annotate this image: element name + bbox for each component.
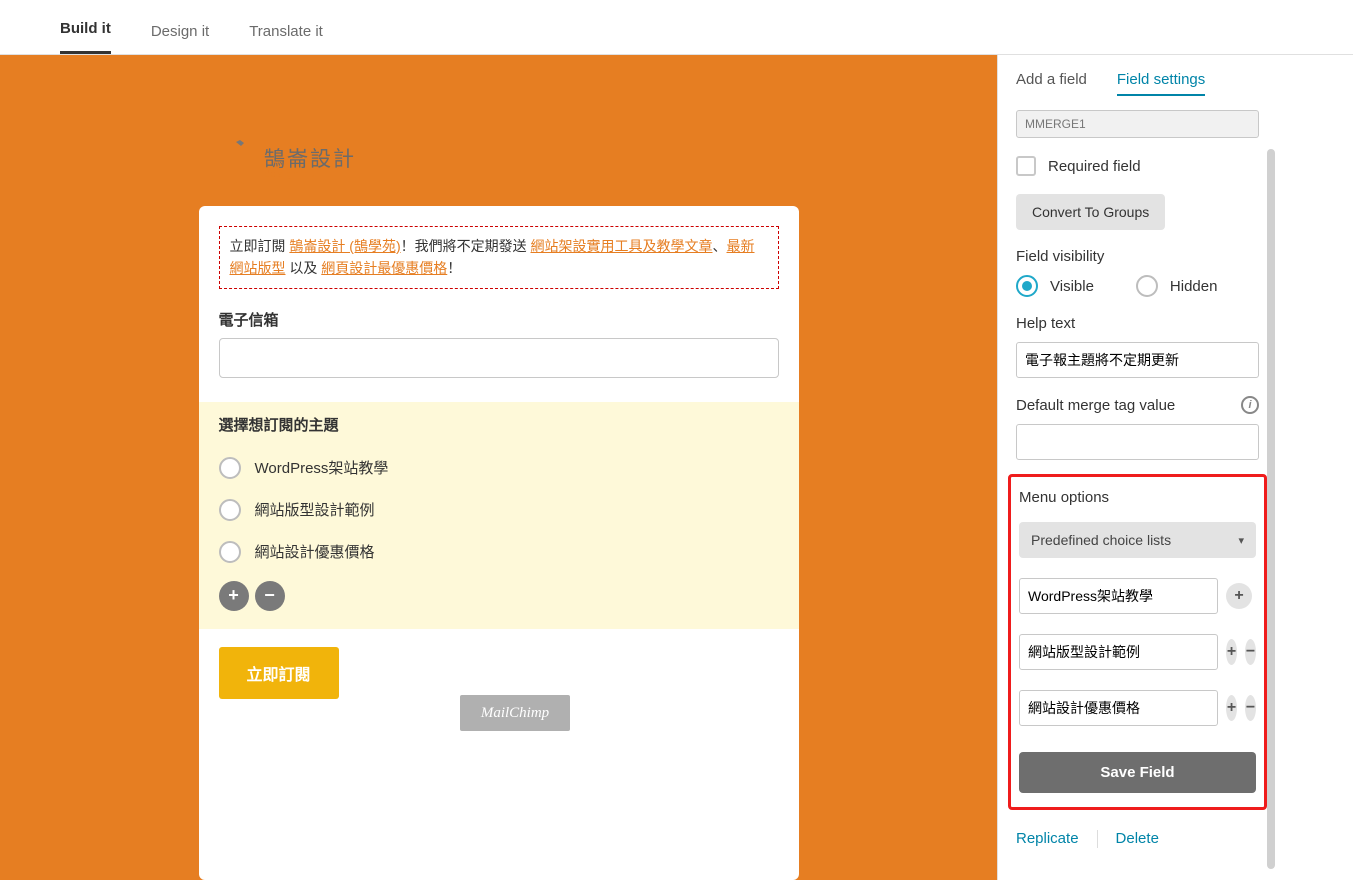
required-checkbox[interactable]	[1016, 156, 1036, 176]
email-input[interactable]	[219, 338, 779, 378]
dropdown-label: Predefined choice lists	[1031, 532, 1171, 548]
logo-text-en: design hu	[264, 170, 356, 180]
divider	[1097, 830, 1098, 848]
form-card: 立即訂閱 鵠崙設計 (鵠學苑)！我們將不定期發送 網站架設實用工具及教學文章、最…	[199, 206, 799, 880]
visibility-label: Field visibility	[1016, 248, 1259, 265]
topic-option-2[interactable]: 網站版型設計範例	[219, 489, 779, 531]
field-settings-sidebar: Add a field Field settings MMERGE1 Requi…	[997, 55, 1277, 880]
field-action-links: Replicate Delete	[1016, 810, 1259, 848]
menu-options-label: Menu options	[1019, 489, 1256, 506]
menu-options-panel: Menu options Predefined choice lists ▾ +…	[1008, 474, 1267, 810]
topic-option-1[interactable]: WordPress架站教學	[219, 447, 779, 489]
brand-logo: 鵠崙設計 design hu	[222, 140, 356, 188]
default-merge-label: Default merge tag value	[1016, 397, 1175, 414]
logo-text-zh: 鵠崙設計	[264, 149, 356, 170]
visibility-hidden-radio[interactable]	[1136, 275, 1158, 297]
radio-icon[interactable]	[219, 499, 241, 521]
email-label: 電子信箱	[219, 309, 779, 330]
tab-translate[interactable]: Translate it	[249, 9, 323, 54]
topic-option-label: WordPress架站教學	[255, 457, 389, 478]
visibility-hidden-label: Hidden	[1170, 278, 1218, 295]
menu-option-input[interactable]	[1019, 578, 1218, 614]
top-tabs: Build it Design it Translate it	[0, 0, 1353, 55]
tab-build[interactable]: Build it	[60, 6, 111, 54]
topic-option-3[interactable]: 網站設計優惠價格	[219, 531, 779, 573]
tab-design[interactable]: Design it	[151, 9, 209, 54]
option-add-button[interactable]: +	[1226, 639, 1237, 665]
intro-text-box[interactable]: 立即訂閱 鵠崙設計 (鵠學苑)！我們將不定期發送 網站架設實用工具及教學文章、最…	[219, 226, 779, 289]
option-remove-button[interactable]: −	[1245, 639, 1256, 665]
intro-link-brand[interactable]: 鵠崙設計 (鵠學苑)	[289, 238, 400, 254]
mailchimp-badge[interactable]: MailChimp	[460, 695, 570, 731]
intro-link-price[interactable]: 網頁設計最優惠價格	[321, 260, 447, 276]
visibility-visible-radio[interactable]	[1016, 275, 1038, 297]
tab-field-settings[interactable]: Field settings	[1117, 71, 1205, 96]
intro-link-tools[interactable]: 網站架設實用工具及教學文章	[531, 238, 713, 254]
help-text-input[interactable]	[1016, 342, 1259, 378]
submit-button[interactable]: 立即訂閱	[219, 647, 339, 699]
predefined-lists-dropdown[interactable]: Predefined choice lists ▾	[1019, 522, 1256, 558]
add-field-button[interactable]: +	[219, 581, 249, 611]
menu-option-row-1: +	[1019, 578, 1256, 614]
menu-option-row-3: + −	[1019, 690, 1256, 726]
remove-field-button[interactable]: −	[255, 581, 285, 611]
help-text-label: Help text	[1016, 315, 1259, 332]
sidebar-tabs: Add a field Field settings	[1016, 71, 1259, 96]
visibility-visible-label: Visible	[1050, 278, 1094, 295]
logo-icon	[222, 140, 256, 188]
sidebar-scrollbar[interactable]	[1267, 149, 1275, 869]
topic-label: 選擇想訂閱的主題	[219, 414, 779, 435]
chevron-down-icon: ▾	[1238, 534, 1244, 547]
info-icon[interactable]: i	[1241, 396, 1259, 414]
tab-add-field[interactable]: Add a field	[1016, 71, 1087, 96]
menu-option-input[interactable]	[1019, 690, 1218, 726]
menu-option-row-2: + −	[1019, 634, 1256, 670]
form-canvas: 鵠崙設計 design hu 立即訂閱 鵠崙設計 (鵠學苑)！我們將不定期發送 …	[0, 55, 997, 880]
topic-field-block[interactable]: 選擇想訂閱的主題 WordPress架站教學 網站版型設計範例 網站設計優惠價格	[199, 402, 799, 629]
required-label: Required field	[1048, 158, 1141, 175]
radio-icon[interactable]	[219, 457, 241, 479]
option-remove-button[interactable]: −	[1245, 695, 1256, 721]
option-add-button[interactable]: +	[1226, 583, 1252, 609]
delete-link[interactable]: Delete	[1116, 830, 1159, 848]
radio-icon[interactable]	[219, 541, 241, 563]
convert-to-groups-button[interactable]: Convert To Groups	[1016, 194, 1165, 230]
save-field-button[interactable]: Save Field	[1019, 752, 1256, 793]
menu-option-input[interactable]	[1019, 634, 1218, 670]
topic-option-label: 網站設計優惠價格	[255, 541, 375, 562]
option-add-button[interactable]: +	[1226, 695, 1237, 721]
replicate-link[interactable]: Replicate	[1016, 830, 1079, 848]
intro-text: 立即訂閱	[230, 238, 290, 254]
default-merge-input[interactable]	[1016, 424, 1259, 460]
merge-tag-display: MMERGE1	[1016, 110, 1259, 138]
topic-option-label: 網站版型設計範例	[255, 499, 375, 520]
